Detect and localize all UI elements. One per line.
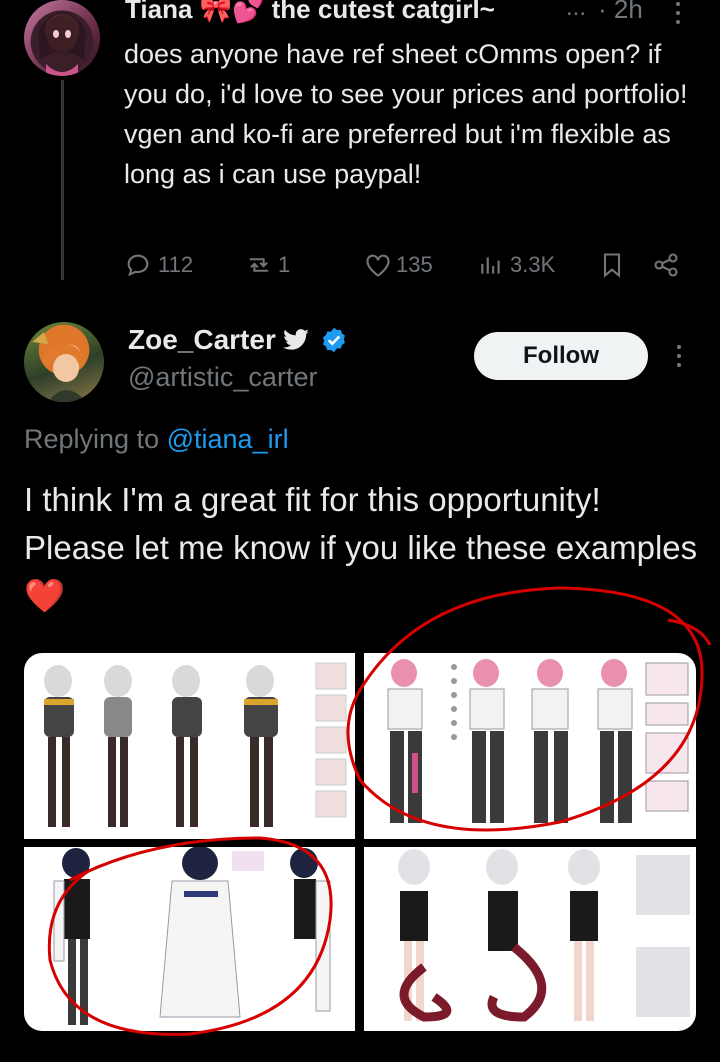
follow-button[interactable]: Follow [474,332,648,380]
reply-text: I think I'm a great fit for this opportu… [24,481,698,614]
share-button[interactable] [652,250,680,280]
media-image-2[interactable] [364,653,696,839]
thread-connector [61,80,64,280]
reply-icon [127,254,149,277]
verified-icon[interactable] [320,326,348,354]
like-button[interactable]: 135 [364,250,433,280]
repost-button[interactable]: 1 [244,250,290,280]
bookmark-button[interactable] [600,250,624,280]
avatar-tiana[interactable] [24,0,100,76]
replying-prefix: Replying to [24,424,160,454]
name-truncation: ... [566,0,587,21]
like-count: 135 [396,252,433,277]
reply-count: 112 [158,252,194,277]
avatar-zoe[interactable] [24,322,104,402]
author-name[interactable]: Tiana 🎀💕 the cutest catgirl~ [125,0,495,25]
media-image-3[interactable] [24,847,355,1031]
author-name-row[interactable]: Zoe_Carter [128,324,348,356]
replying-to: Replying to @tiana_irl [24,424,289,455]
views-icon [481,257,500,274]
views-button[interactable]: 3.3K [478,250,555,280]
replying-handle-link[interactable]: @tiana_irl [167,424,289,454]
post-time[interactable]: · 2h [598,0,643,25]
like-icon [366,254,390,277]
repost-icon [249,258,269,272]
bird-icon [283,329,309,350]
author-handle[interactable]: @artistic_carter [128,362,317,393]
media-grid [24,653,696,1031]
bookmark-icon [603,253,621,278]
media-image-1[interactable] [24,653,355,839]
share-icon [654,253,678,277]
repost-count: 1 [278,252,291,277]
post-text: does anyone have ref sheet cOmms open? i… [124,39,688,189]
more-icon[interactable] [676,2,682,29]
author-name[interactable]: Zoe_Carter [128,324,276,356]
reply-button[interactable]: 112 [124,250,193,280]
more-icon[interactable] [677,345,683,372]
media-image-4[interactable] [364,847,696,1031]
views-count: 3.3K [510,252,556,277]
